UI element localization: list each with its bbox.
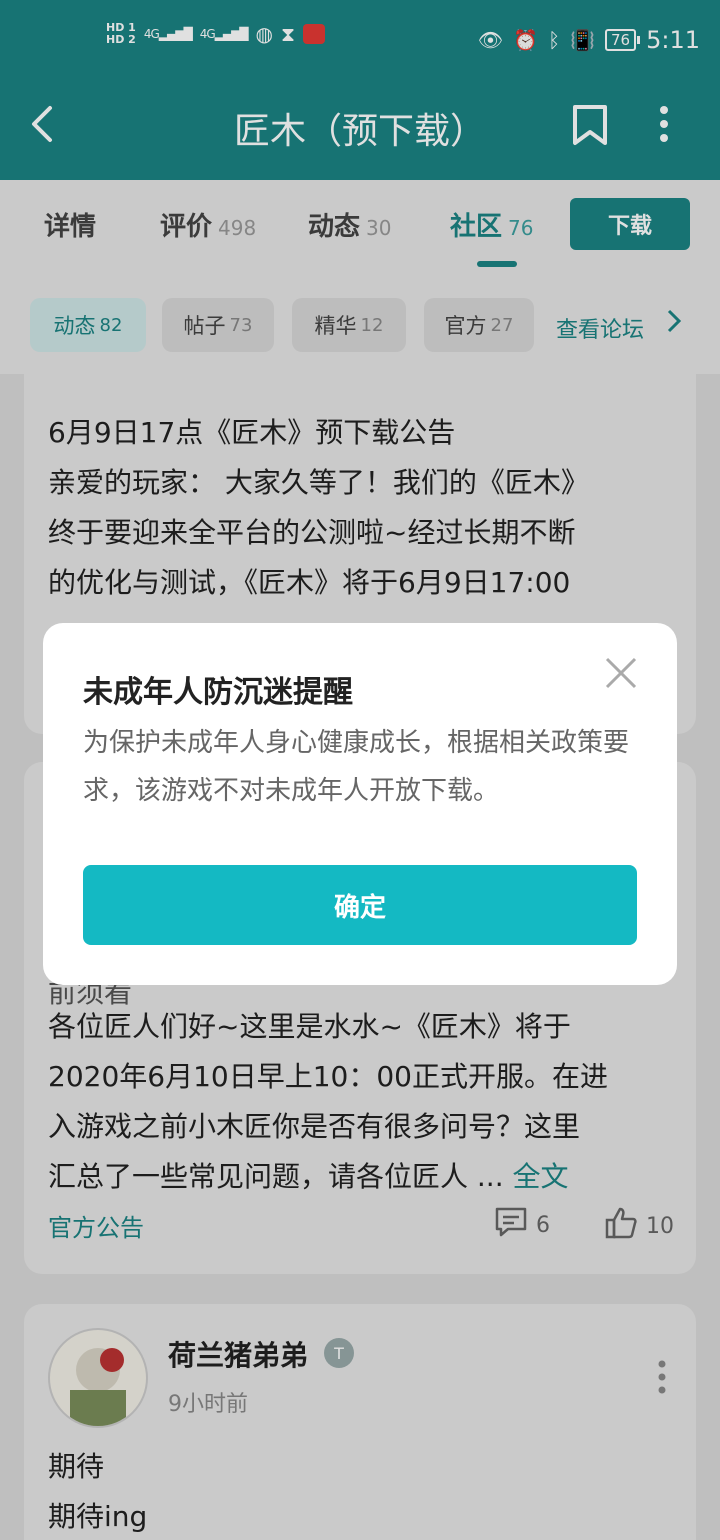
confirm-button[interactable]: 确定 <box>83 865 637 945</box>
anti-addiction-dialog: 未成年人防沉迷提醒 为保护未成年人身心健康成长，根据相关政策要求，该游戏不对未成… <box>43 623 677 985</box>
dialog-message: 为保护未成年人身心健康成长，根据相关政策要求，该游戏不对未成年人开放下载。 <box>83 728 630 806</box>
close-icon[interactable] <box>603 655 639 691</box>
dialog-title: 未成年人防沉迷提醒 <box>83 675 353 710</box>
